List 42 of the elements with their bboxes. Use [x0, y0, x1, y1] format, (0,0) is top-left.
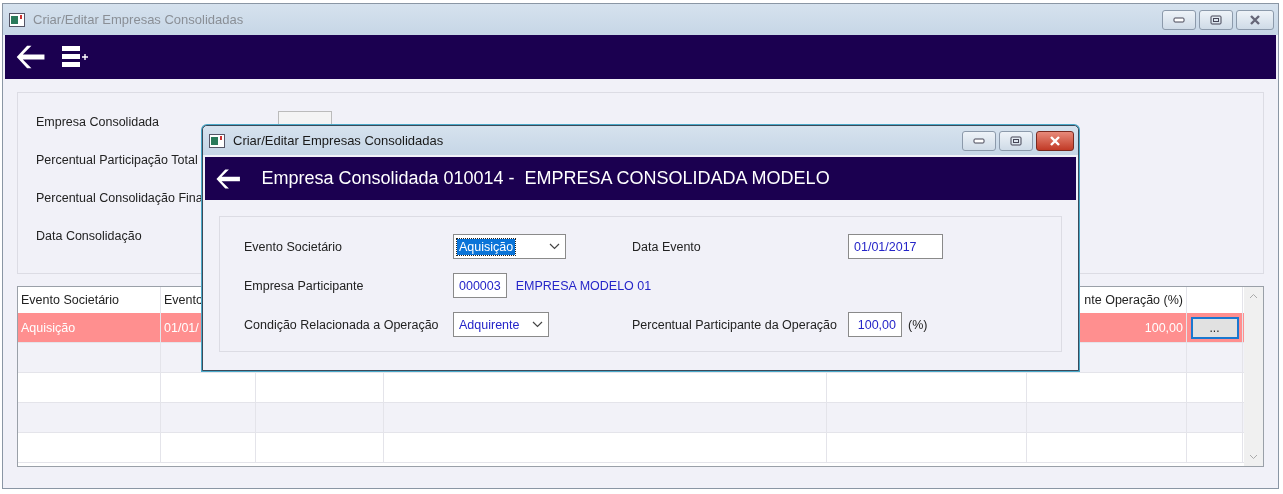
- chevron-down-icon: [549, 243, 560, 250]
- table-cell: 100,00: [1144, 320, 1183, 335]
- dropdown[interactable]: Aquisição: [453, 234, 566, 259]
- table-cell: Aquisição: [21, 320, 76, 335]
- close-icon: [1048, 135, 1062, 146]
- maximize-icon: [1010, 135, 1022, 146]
- dropdown[interactable]: Adquirente: [453, 312, 549, 337]
- close-icon: [1248, 14, 1262, 25]
- field-label: Percentual Participação Total: [36, 153, 199, 167]
- column-header[interactable]: nte Operação (%): [1084, 293, 1183, 307]
- app-icon: [9, 12, 25, 27]
- maximize-button[interactable]: [999, 130, 1033, 151]
- maximize-icon: [1210, 14, 1222, 25]
- dialog-title: Criar/Editar Empresas Consolidadas: [233, 133, 445, 148]
- code-field[interactable]: 000003: [453, 273, 507, 298]
- field-label: Data Evento: [632, 239, 702, 254]
- percent-field[interactable]: 100,00: [848, 312, 902, 337]
- back-arrow-icon[interactable]: [15, 44, 47, 70]
- back-arrow-icon[interactable]: [215, 167, 242, 190]
- column-header[interactable]: Evento: [164, 293, 203, 307]
- minimize-icon: [973, 137, 985, 144]
- app-icon: [209, 133, 225, 148]
- company-name: EMPRESA MODELO 01: [515, 278, 652, 293]
- dialog-heading: Empresa Consolidada 010014 - EMPRESA CONSOLIDADA MODELO: [261, 168, 830, 189]
- more-button[interactable]: ...: [1190, 316, 1239, 339]
- add-list-icon[interactable]: [60, 45, 91, 69]
- table-cell: 01/01/: [164, 320, 199, 335]
- maximize-button[interactable]: [1199, 9, 1233, 30]
- field-label: Evento Societário: [244, 239, 343, 254]
- column-header[interactable]: Evento Societário: [21, 293, 119, 307]
- close-button[interactable]: [1236, 9, 1274, 30]
- close-button[interactable]: [1036, 130, 1074, 151]
- field-label: Percentual Participante da Operação: [632, 317, 838, 332]
- minimize-icon: [1173, 16, 1185, 23]
- date-field[interactable]: 01/01/2017: [848, 234, 943, 259]
- chevron-down-icon: [532, 321, 543, 328]
- field-label: Empresa Participante: [244, 278, 365, 293]
- field-label: Empresa Consolidada: [36, 115, 160, 129]
- field-label: Data Consolidação: [36, 229, 143, 243]
- field-label: Condição Relacionada a Operação: [244, 317, 440, 332]
- window-title: Criar/Editar Empresas Consolidadas: [33, 12, 245, 27]
- unit-label: (%): [908, 317, 928, 332]
